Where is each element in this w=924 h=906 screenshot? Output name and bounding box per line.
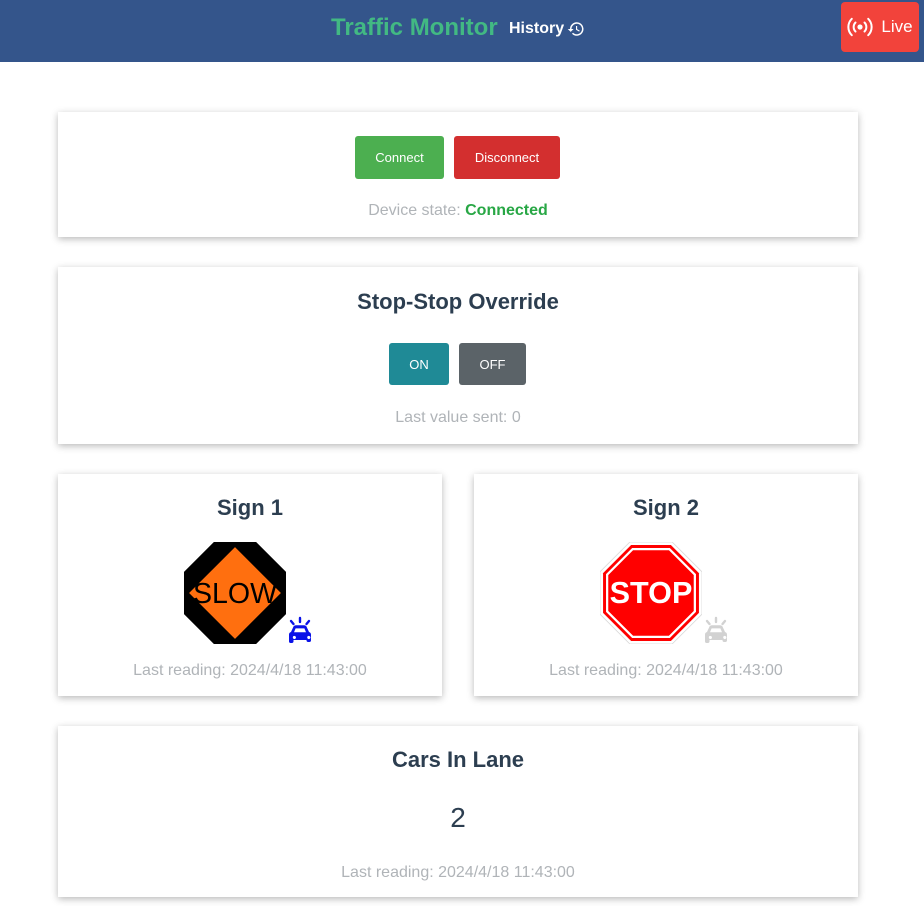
sign2-last-reading: Last reading: 2024/4/18 11:43:00 <box>549 662 783 679</box>
slow-sign-text: SLOW <box>193 578 277 610</box>
sign1-last-reading: Last reading: 2024/4/18 11:43:00 <box>133 662 367 679</box>
car-police-light-icon <box>705 616 727 643</box>
device-state-value: Connected <box>465 202 548 219</box>
last-value-label: Last value sent: <box>395 409 508 426</box>
override-title: Stop-Stop Override <box>357 289 559 314</box>
cars-last-reading: Last reading: 2024/4/18 11:43:00 <box>341 864 575 881</box>
override-off-button[interactable]: OFF <box>459 343 526 385</box>
connect-button[interactable]: Connect <box>355 136 444 179</box>
stop-sign-icon: STOP <box>600 542 702 644</box>
history-icon <box>567 22 584 36</box>
history-label: History <box>509 20 565 37</box>
connection-card: Connect Disconnect Device state: Connect… <box>58 112 858 237</box>
sign2-card: Sign 2 STOP Last reading: 2024/4/18 11:4… <box>474 474 858 696</box>
broadcast-icon <box>847 17 873 37</box>
history-link[interactable]: History <box>509 20 585 38</box>
slow-sign-icon: SLOW <box>184 542 286 644</box>
cars-count: 2 <box>450 802 466 833</box>
live-button[interactable]: Live <box>841 2 919 52</box>
live-label: Live <box>881 17 913 36</box>
last-value: 0 <box>511 409 521 426</box>
device-state: Device state: Connected <box>58 202 858 220</box>
override-card: Stop-Stop Override ON OFF Last value sen… <box>58 267 858 444</box>
override-on-button[interactable]: ON <box>389 343 449 385</box>
stop-sign-text: STOP <box>610 576 693 610</box>
disconnect-button[interactable]: Disconnect <box>454 136 560 179</box>
sign1-title: Sign 1 <box>216 495 283 520</box>
cars-card: Cars In Lane 2 Last reading: 2024/4/18 1… <box>58 726 858 897</box>
sign2-title: Sign 2 <box>632 495 699 520</box>
cars-title: Cars In Lane <box>391 747 525 772</box>
last-value-sent: Last value sent: 0 <box>58 409 858 427</box>
app-title[interactable]: Traffic Monitor <box>331 14 498 42</box>
car-police-light-icon <box>289 616 311 643</box>
sign1-card: Sign 1 SLOW Last reading: 2024/4/18 11:4… <box>58 474 442 696</box>
top-navbar: Traffic Monitor History Live <box>0 0 924 62</box>
device-state-label: Device state: <box>368 202 461 219</box>
